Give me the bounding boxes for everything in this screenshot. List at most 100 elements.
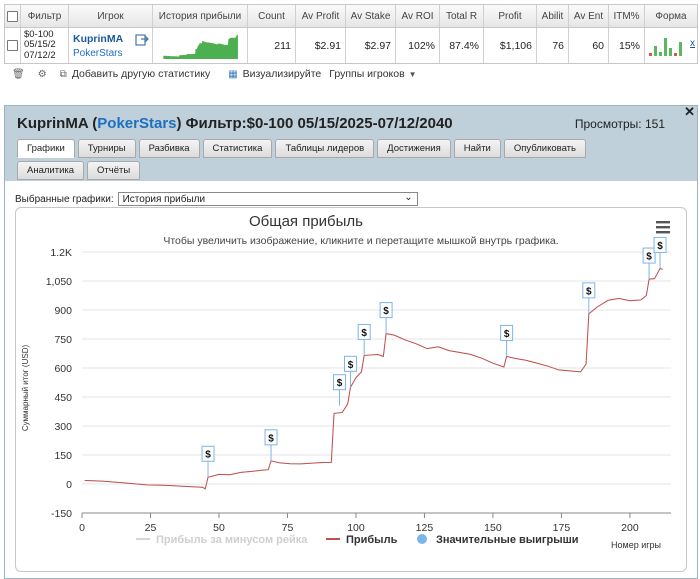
chart-select-value: История прибыли [122, 193, 206, 205]
player-groups-dropdown[interactable]: Группы игроков ▼ [329, 68, 416, 80]
chart-select-label: Выбранные графики: [15, 193, 114, 205]
row-total-r: 87.4% [440, 28, 484, 63]
add-statistic-button[interactable]: ⧉ Добавить другую статистику [60, 68, 211, 80]
close-icon[interactable]: ✕ [684, 104, 695, 120]
legend-item: Прибыль за минусом рейка [156, 534, 308, 546]
col-count[interactable]: Count [248, 5, 296, 27]
y-tick-label: 1,050 [46, 276, 72, 288]
col-itm[interactable]: ITM% [609, 5, 645, 27]
row-count: 211 [248, 28, 296, 63]
tab-charts[interactable]: Графики [17, 139, 75, 158]
profit-chart[interactable]: Общая прибыль Чтобы увеличить изображени… [16, 208, 688, 573]
y-tick-label: -150 [51, 508, 72, 520]
stats-table-section: Фильтр Игрок История прибыли Count Av Pr… [0, 0, 700, 87]
big-win-label: $ [586, 286, 592, 297]
y-tick-label: 450 [54, 392, 72, 404]
row-av-ent: 60 [569, 28, 609, 63]
chart-icon: ▦ [228, 68, 238, 80]
tab-tournaments[interactable]: Турниры [77, 139, 136, 158]
y-tick-label: 1.2K [50, 247, 72, 259]
panel-tabs: Графики Турниры Разбивка Статистика Табл… [17, 139, 657, 183]
chart-legend: Прибыль за минусом рейка Прибыль Значитель… [136, 534, 579, 546]
tab-analytics[interactable]: Аналитика [17, 161, 85, 180]
row-player: KuprinMA PokerStars [69, 28, 153, 63]
col-total-r[interactable]: Total R [440, 5, 484, 27]
x-tick-label: 150 [484, 522, 502, 534]
row-filter: $0-100 05/15/2 07/12/2 [21, 28, 69, 63]
col-form[interactable]: Форма [645, 5, 697, 27]
col-av-stake[interactable]: Av Stake [346, 5, 396, 27]
player-panel: KuprinMA (PokerStars) Фильтр:$0-100 05/1… [4, 104, 698, 579]
big-win-label: $ [504, 329, 510, 340]
x-tick-label: 25 [145, 522, 157, 534]
chart-title: Общая прибыль [249, 213, 363, 230]
visualize-label: Визуализируйте [242, 68, 322, 80]
chart-select[interactable]: История прибыли ⌄ [117, 192, 418, 206]
settings-button[interactable]: ⚙ [38, 69, 52, 80]
col-ability[interactable]: Abilit [537, 5, 569, 27]
chevron-down-icon: ⌄ [404, 192, 413, 203]
col-filter[interactable]: Фильтр [21, 5, 69, 27]
y-tick-label: 300 [54, 421, 72, 433]
room-link[interactable]: PokerStars [73, 48, 122, 59]
x-tick-label: 50 [213, 522, 225, 534]
big-win-label: $ [383, 306, 389, 317]
chart-container[interactable]: Общая прибыль Чтобы увеличить изображени… [15, 207, 687, 572]
legend-item: Значительные выигрыши [436, 534, 579, 546]
delete-button[interactable]: 🗑 [12, 69, 30, 80]
big-win-label: $ [646, 252, 652, 263]
big-win-label: $ [361, 328, 367, 339]
tab-reports[interactable]: Отчёты [87, 161, 141, 180]
table-toolbar: 🗑 ⚙ ⧉ Добавить другую статистику ▦ Визуа… [4, 64, 698, 84]
tab-publish[interactable]: Опубликовать [503, 139, 586, 158]
copy-icon: ⧉ [59, 68, 67, 80]
row-ability: 76 [537, 28, 569, 63]
col-av-profit[interactable]: Av Profit [296, 5, 346, 27]
net-profit-series [84, 267, 663, 490]
chart-select-row: Выбранные графики: История прибыли ⌄ [15, 192, 418, 206]
row-av-profit: $2.91 [296, 28, 346, 63]
big-win-label: $ [205, 450, 211, 461]
stats-table: Фильтр Игрок История прибыли Count Av Pr… [4, 4, 698, 64]
gear-icon: ⚙ [37, 68, 47, 80]
stats-header-row: Фильтр Игрок История прибыли Count Av Pr… [5, 5, 697, 28]
row-profit-history [153, 28, 248, 63]
profit-series [84, 267, 663, 490]
big-win-label: $ [268, 433, 274, 444]
x-axis-label: Номер игры [611, 540, 661, 550]
legend-wins-symbol [417, 534, 427, 544]
title-filter: Фильтр:$0-100 05/15/2025-07/12/2040 [185, 115, 453, 132]
row-av-stake: $2.97 [346, 28, 396, 63]
row-form: x [645, 28, 697, 63]
y-tick-label: 900 [54, 305, 72, 317]
row-checkbox[interactable] [5, 28, 21, 63]
player-name-link[interactable]: KuprinMA [73, 33, 123, 45]
tab-breakdown[interactable]: Разбивка [138, 139, 200, 158]
caret-down-icon: ▼ [408, 69, 417, 79]
player-row[interactable]: $0-100 05/15/2 07/12/2 KuprinMA PokerSta… [5, 28, 697, 63]
row-remove-link[interactable]: x [690, 38, 695, 49]
player-groups-label: Группы игроков [329, 68, 405, 80]
export-icon[interactable] [135, 33, 149, 46]
form-bars [649, 37, 682, 56]
panel-title: KuprinMA (PokerStars) Фильтр:$0-100 05/1… [17, 115, 453, 132]
legend-item: Прибыль [346, 534, 398, 546]
col-profit-history[interactable]: История прибыли [153, 5, 248, 27]
tab-achievements[interactable]: Достижения [377, 139, 451, 158]
visualize-button[interactable]: ▦ Визуализируйте [228, 68, 321, 80]
title-room-link[interactable]: PokerStars [97, 115, 176, 132]
col-av-ent[interactable]: Av Ent [569, 5, 609, 27]
tab-leaderboards[interactable]: Таблицы лидеров [275, 139, 375, 158]
tab-statistics[interactable]: Статистика [202, 139, 273, 158]
hamburger-menu-icon[interactable] [656, 221, 670, 234]
x-tick-label: 75 [282, 522, 294, 534]
select-all-checkbox[interactable] [5, 5, 21, 27]
tab-find[interactable]: Найти [453, 139, 501, 158]
col-av-roi[interactable]: Av ROI [396, 5, 440, 27]
x-tick-label: 175 [553, 522, 571, 534]
x-tick-label: 200 [621, 522, 639, 534]
row-itm: 15% [609, 28, 645, 63]
col-player[interactable]: Игрок [69, 5, 153, 27]
views-counter: Просмотры: 151 [574, 117, 665, 131]
col-profit[interactable]: Profit [484, 5, 537, 27]
